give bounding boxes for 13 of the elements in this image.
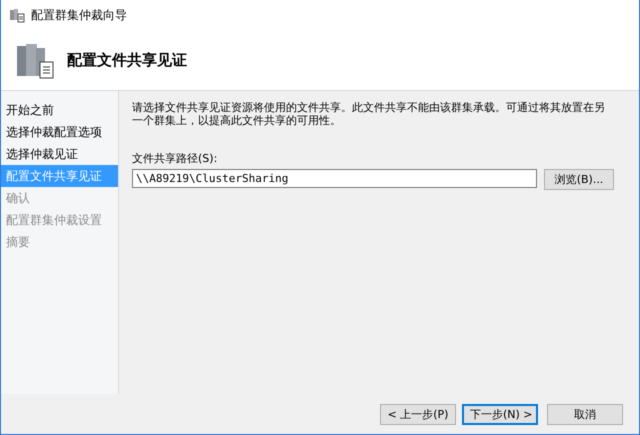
wizard-step[interactable]: 开始之前	[1, 99, 118, 121]
path-input-field[interactable]: \\A89219\ClusterSharing	[132, 169, 537, 188]
browse-button[interactable]: 浏览(B)...	[544, 169, 614, 190]
path-label: 文件共享路径(S):	[132, 151, 218, 166]
window-title: 配置群集仲裁向导	[31, 6, 127, 24]
description-text: 请选择文件共享见证资源将使用的文件共享。此文件共享不能由该群集承载。可通过将其放置在另一个群集上，以提高此文件共享的可用性。	[132, 101, 606, 127]
cluster-icon	[9, 7, 25, 23]
previous-button[interactable]: < 上一步(P)	[380, 404, 456, 424]
wizard-step[interactable]: 选择仲裁见证	[1, 143, 118, 165]
wizard-step[interactable]: 选择仲裁配置选项	[1, 121, 118, 143]
page-heading: 配置文件共享见证	[67, 50, 187, 70]
next-button[interactable]: 下一步(N) >	[462, 404, 538, 424]
cancel-button[interactable]: 取消	[547, 404, 623, 424]
